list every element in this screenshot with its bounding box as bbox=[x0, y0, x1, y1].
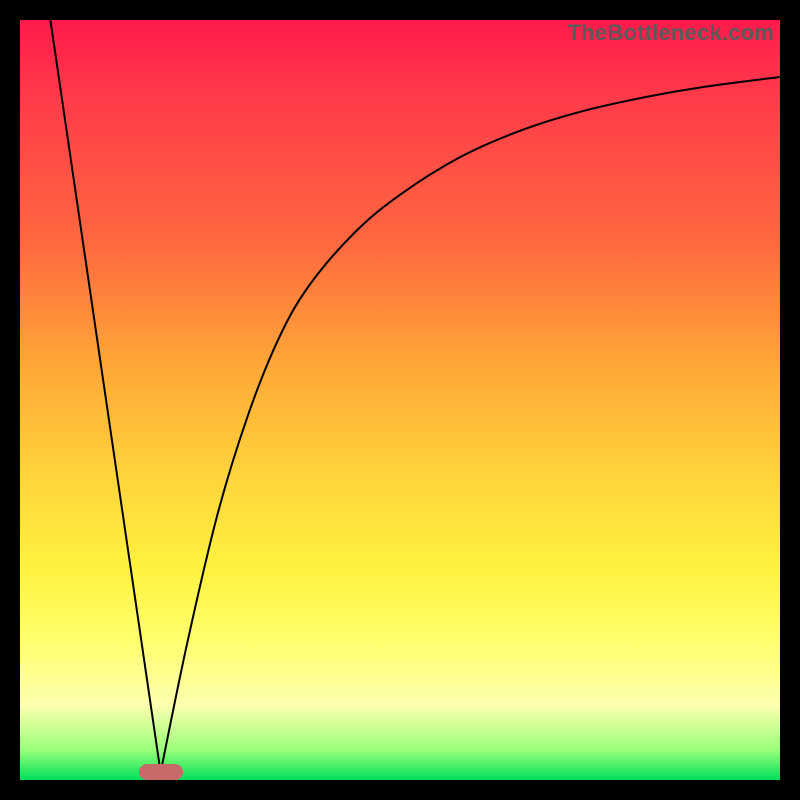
bottleneck-curve-left bbox=[50, 20, 160, 772]
chart-frame: TheBottleneck.com bbox=[0, 0, 800, 800]
bottleneck-curve-right bbox=[161, 77, 780, 772]
plot-area: TheBottleneck.com bbox=[20, 20, 780, 780]
optimum-marker bbox=[139, 764, 183, 780]
curve-layer bbox=[20, 20, 780, 780]
